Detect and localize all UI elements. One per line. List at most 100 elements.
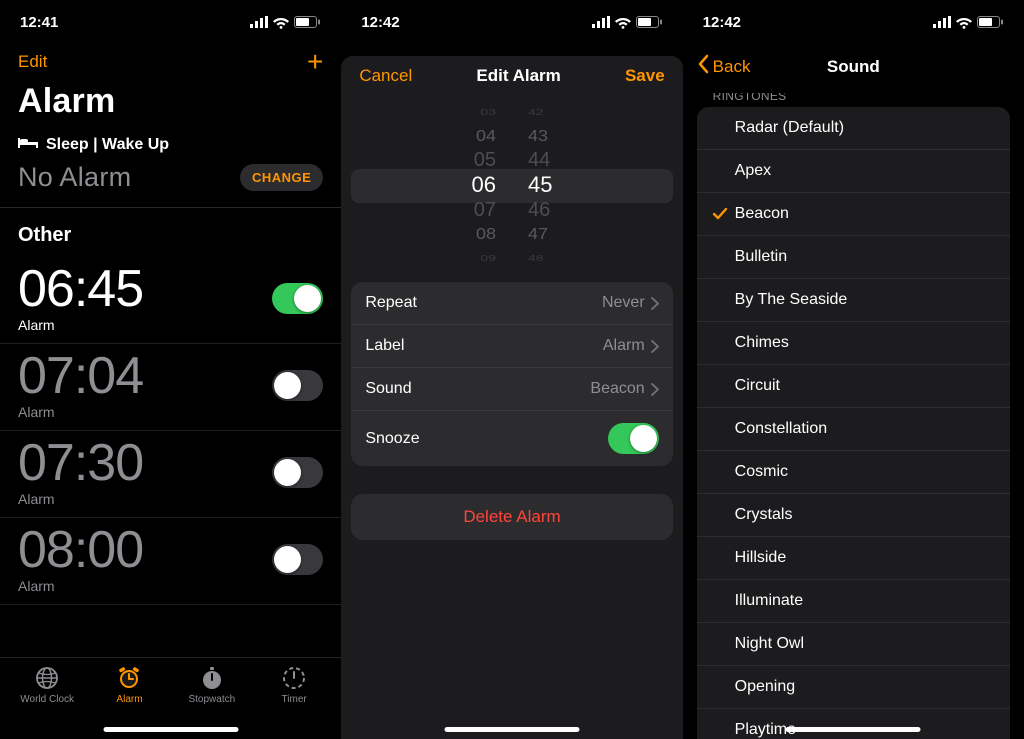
ringtone-row[interactable]: Apex [697, 150, 1010, 193]
tab-label: Stopwatch [188, 694, 235, 705]
sleep-section-label: Sleep | Wake Up [46, 136, 169, 154]
ringtone-name: Night Owl [735, 635, 804, 653]
ringtone-row[interactable]: Playtime [697, 709, 1010, 739]
repeat-value: Never [602, 294, 645, 312]
status-time: 12:41 [20, 14, 58, 31]
alarm-label: Alarm [18, 404, 143, 420]
cellular-icon [933, 16, 951, 28]
tab-world-clock[interactable]: World Clock [6, 666, 88, 705]
alarm-row[interactable]: 06:45 Alarm [0, 257, 341, 344]
ringtone-row[interactable]: Opening [697, 666, 1010, 709]
no-alarm-text: No Alarm [18, 162, 131, 193]
delete-alarm-button[interactable]: Delete Alarm [351, 494, 672, 540]
ringtone-name: Constellation [735, 420, 828, 438]
screen-alarms: 12:41 Edit + Alarm Sleep | Wake Up No Al… [0, 0, 341, 739]
alarm-row[interactable]: 08:00 Alarm [0, 518, 341, 605]
picker-hours: 03 04 05 06 07 08 09 [341, 100, 512, 270]
tab-stopwatch[interactable]: Stopwatch [171, 666, 253, 705]
status-bar: 12:42 [683, 0, 1024, 44]
alarm-toggle[interactable] [272, 457, 323, 488]
ringtone-name: Cosmic [735, 463, 788, 481]
ringtone-row[interactable]: Illuminate [697, 580, 1010, 623]
home-indicator[interactable] [786, 727, 921, 732]
stopwatch-icon [200, 666, 224, 690]
cancel-button[interactable]: Cancel [359, 66, 412, 86]
screen-sound: 12:42 Back Sound RINGTONES Radar (Defaul… [683, 0, 1024, 739]
change-sleep-button[interactable]: CHANGE [240, 164, 323, 191]
edit-button[interactable]: Edit [18, 52, 47, 72]
ringtone-row[interactable]: Constellation [697, 408, 1010, 451]
ringtone-row[interactable]: Crystals [697, 494, 1010, 537]
alarm-toggle[interactable] [272, 283, 323, 314]
tab-timer[interactable]: Timer [253, 666, 335, 705]
globe-icon [35, 666, 59, 690]
other-section-header: Other [0, 208, 341, 257]
battery-icon [294, 16, 321, 28]
snooze-toggle[interactable] [608, 423, 659, 454]
ringtone-row[interactable]: Beacon [697, 193, 1010, 236]
ringtone-name: Chimes [735, 334, 789, 352]
ringtone-row[interactable]: Cosmic [697, 451, 1010, 494]
tab-label: Timer [282, 694, 307, 705]
time-picker[interactable]: 03 04 05 06 07 08 09 42 43 44 45 46 47 4… [341, 100, 682, 270]
alarm-label: Alarm [18, 491, 143, 507]
label-row[interactable]: Label Alarm [351, 325, 672, 368]
label-label: Label [365, 337, 404, 355]
status-bar: 12:42 [341, 0, 682, 44]
repeat-label: Repeat [365, 294, 417, 312]
alarm-time: 06:45 [18, 263, 143, 315]
alarm-toggle[interactable] [272, 544, 323, 575]
snooze-label: Snooze [365, 430, 419, 448]
ringtone-name: Beacon [735, 205, 789, 223]
alarm-toggle[interactable] [272, 370, 323, 401]
ringtone-name: Opening [735, 678, 796, 696]
ringtone-row[interactable]: Circuit [697, 365, 1010, 408]
tab-alarm[interactable]: Alarm [88, 666, 170, 705]
chevron-right-icon [651, 340, 659, 353]
alarm-time: 07:30 [18, 437, 143, 489]
save-button[interactable]: Save [625, 66, 665, 86]
ringtone-name: Hillside [735, 549, 787, 567]
alarm-time: 08:00 [18, 524, 143, 576]
alarm-time: 07:04 [18, 350, 143, 402]
sound-row[interactable]: Sound Beacon [351, 368, 672, 411]
alarm-label: Alarm [18, 578, 143, 594]
status-time: 12:42 [703, 14, 741, 31]
timer-icon [282, 666, 306, 690]
cellular-icon [250, 16, 268, 28]
alarm-clock-icon [117, 666, 141, 690]
alarm-label: Alarm [18, 317, 143, 333]
ringtone-list: Radar (Default) Apex Beacon Bulletin By The … [697, 107, 1010, 739]
picker-minutes: 42 43 44 45 46 47 48 [512, 100, 683, 270]
tab-label: World Clock [20, 694, 74, 705]
ringtone-row[interactable]: Night Owl [697, 623, 1010, 666]
ringtone-row[interactable]: Hillside [697, 537, 1010, 580]
ringtone-name: Bulletin [735, 248, 787, 266]
sound-value: Beacon [590, 380, 644, 398]
wifi-icon [956, 16, 972, 28]
modal-title: Edit Alarm [476, 66, 560, 86]
status-time: 12:42 [361, 14, 399, 31]
ringtone-name: Crystals [735, 506, 793, 524]
snooze-row: Snooze [351, 411, 672, 466]
ringtone-row[interactable]: Radar (Default) [697, 107, 1010, 150]
home-indicator[interactable] [103, 727, 238, 732]
battery-icon [977, 16, 1004, 28]
ringtone-name: Illuminate [735, 592, 803, 610]
sleep-section-header: Sleep | Wake Up [0, 129, 341, 158]
ringtone-row[interactable]: Chimes [697, 322, 1010, 365]
alarm-row[interactable]: 07:30 Alarm [0, 431, 341, 518]
ringtone-row[interactable]: Bulletin [697, 236, 1010, 279]
home-indicator[interactable] [444, 727, 579, 732]
wifi-icon [273, 16, 289, 28]
repeat-row[interactable]: Repeat Never [351, 282, 672, 325]
ringtone-name: Radar (Default) [735, 119, 844, 137]
add-alarm-button[interactable]: + [307, 48, 323, 76]
ringtone-name: Apex [735, 162, 771, 180]
wifi-icon [615, 16, 631, 28]
cellular-icon [592, 16, 610, 28]
screen-edit-alarm: 12:42 Cancel Edit Alarm Save 03 04 05 06… [341, 0, 682, 739]
ringtone-row[interactable]: By The Seaside [697, 279, 1010, 322]
alarm-row[interactable]: 07:04 Alarm [0, 344, 341, 431]
sound-label: Sound [365, 380, 411, 398]
